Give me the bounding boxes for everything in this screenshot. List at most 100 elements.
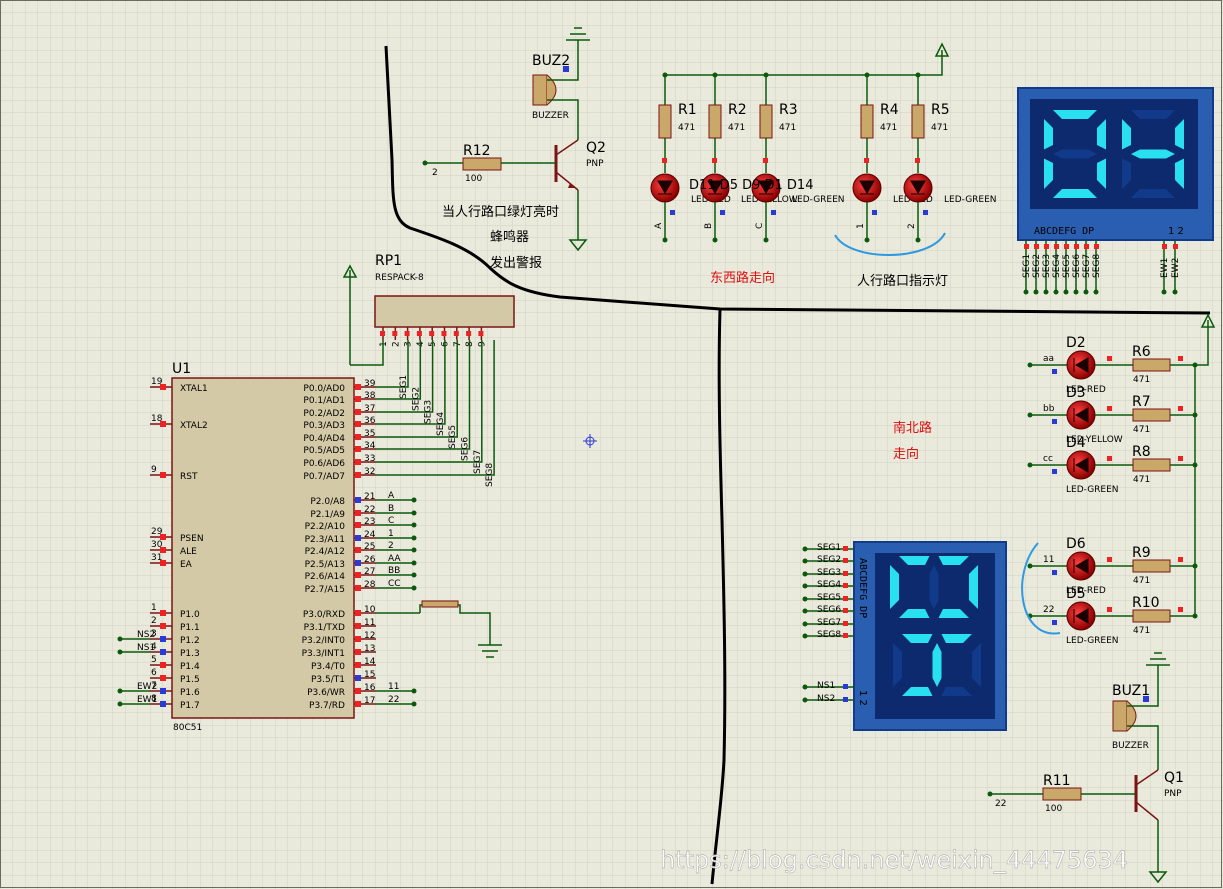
pin-state-marker [843,596,848,601]
display-pin-label: SEG4 [1052,254,1062,278]
u1-pin-number: 5 [151,655,157,665]
display-pin-label: SEG4 [817,580,841,590]
resistor-r10[interactable] [1132,609,1171,623]
net-label: SEG5 [448,425,458,449]
resistor-r9[interactable] [1132,559,1171,573]
node-dot [1192,462,1198,468]
r12-ref: R12 [463,143,491,159]
pin-state-marker [160,675,166,681]
net-label: EW1 [137,695,157,705]
pin-state-marker [864,158,869,163]
seven-seg-display-ns[interactable]: ABCDEFG DP 1 2 SEG1 SEG2 SEG3 SEG4 SEG5 SEG6 SEG… [802,541,1007,731]
node-dot [1027,462,1033,468]
display-pin-label: NS1 [817,681,835,691]
node-dot [411,688,417,694]
net-label: A [388,491,395,501]
resistor-r7[interactable] [1132,408,1171,422]
node-dot [411,701,417,707]
pushbutton-icon[interactable] [421,600,459,608]
pin-state-marker [1107,607,1112,612]
pin-state-marker [355,649,361,655]
net-label: EW2 [137,682,157,692]
pin-state-marker [404,331,410,336]
net-label: C [388,516,394,526]
pin-state-marker [1052,620,1057,625]
led-ref: D4 [1066,435,1086,451]
node-dot [712,237,718,243]
node-dot [802,571,808,577]
u1-pin-name: P1.1 [180,623,200,633]
rp1-body [374,295,515,328]
u1-pin-name: XTAL2 [180,421,208,431]
pin-state-marker [355,409,361,415]
net-label: B [388,504,394,514]
node-dot [1033,289,1039,295]
u1-pin-number: 1 [151,603,157,613]
segment-g [929,565,939,609]
segment-g [1131,149,1175,159]
resistor-ref: R6 [1132,344,1151,360]
pin-state-marker [712,158,717,163]
u1-pin-name: P0.7/AD7 [303,472,345,482]
u1-ref: U1 [172,361,191,377]
display-pin-label: SEG3 [1042,254,1052,278]
pin-state-marker [392,331,398,336]
pin-state-marker [355,636,361,642]
net-label: NS2 [137,630,155,640]
u1-pin-name: ALE [180,547,197,557]
node-dot [1023,289,1029,295]
resistor-value: 471 [728,123,745,133]
pin-state-marker [160,688,166,694]
rp1-type: RESPACK-8 [375,273,424,283]
node-dot [411,497,417,503]
annotation-buzzer-2: 蜂鸣器 [490,229,529,245]
pin-state-marker [1094,244,1099,249]
u1-pin-number: 35 [364,429,375,439]
pin-state-marker [453,331,459,336]
pin-state-marker [355,560,361,566]
led-ref: D5 [1066,586,1086,602]
resistor-r8[interactable] [1132,458,1171,472]
pin-state-marker [1044,244,1049,249]
u1-pin-name: P3.7/RD [309,701,345,711]
u1-pin-name: P1.7 [180,701,200,711]
resistor-r5[interactable] [911,104,925,139]
led-net: 11 [1043,555,1054,565]
u1-pin-number: 6 [151,668,157,678]
node-dot [802,596,808,602]
u1-pin-number: 24 [364,530,376,540]
node-dot [802,546,808,552]
node-dot [763,237,769,243]
display-pin-label: SEG6 [817,605,841,615]
resistor-r4[interactable] [860,104,874,139]
u1-pin-number: 18 [151,414,163,424]
watermark: https://blog.csdn.net/weixin_44475634 [660,846,1128,874]
node-dot [802,558,808,564]
r12-body [462,157,502,171]
node-dot [117,688,123,694]
pin-marker [563,66,569,72]
resistor-r6[interactable] [1132,358,1171,372]
u1-pin-number: 14 [364,657,376,667]
u1-pin-name: P2.2/A10 [305,522,346,532]
pin-state-marker [429,331,435,336]
resistor-value: 471 [1133,626,1150,636]
u1-pin-name: P2.5/A13 [305,560,345,570]
resistor-r2[interactable] [708,104,722,139]
pin-state-marker [355,396,361,402]
pin-state-marker [1024,244,1029,249]
node-dot [802,608,808,614]
node-dot [117,636,123,642]
u1-pin-name: P2.7/A15 [305,585,345,595]
pin-state-marker [355,572,361,578]
pin-state-marker [355,384,361,390]
resistor-r1[interactable] [658,104,672,139]
display-pin-label: SEG5 [817,593,841,603]
pin-state-marker [355,688,361,694]
node-dot [1043,289,1049,295]
u1-pin-number: 22 [364,505,375,515]
display-pin-label: NS2 [817,694,835,704]
pin-state-marker [355,522,361,528]
u1-pin-name: P1.3 [180,649,200,659]
resistor-r3[interactable] [759,104,773,139]
